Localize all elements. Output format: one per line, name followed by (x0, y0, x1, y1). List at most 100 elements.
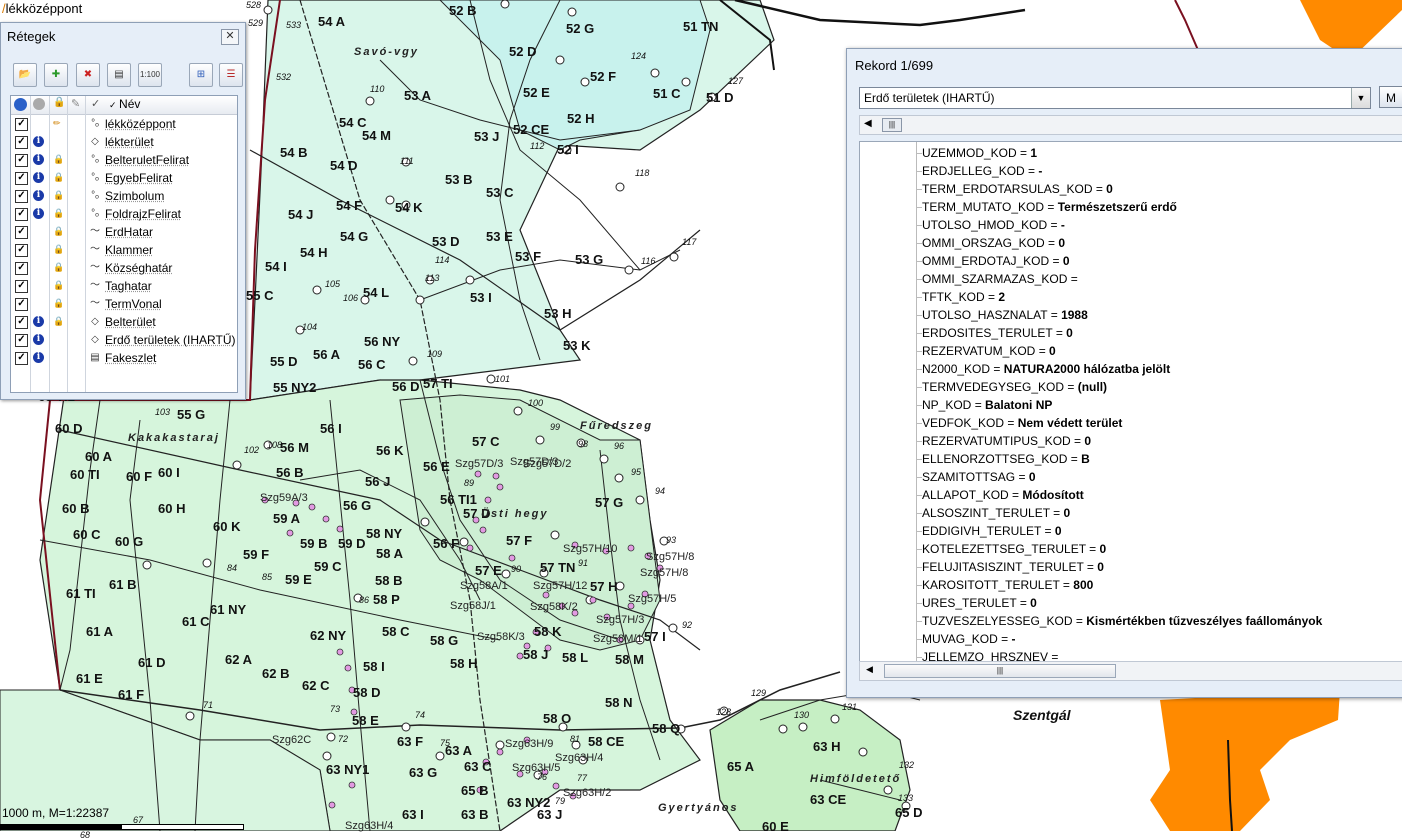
layer-row[interactable]: ✓ 🔒 〜 Klammer (11, 241, 237, 259)
visibility-column-icon[interactable] (14, 98, 27, 111)
lock-icon[interactable]: 🔒 (53, 262, 64, 273)
lock-icon[interactable]: 🔒 (53, 154, 64, 165)
lock-column-icon[interactable]: 🔒 (53, 97, 65, 108)
tree-button[interactable]: ⊞ (189, 63, 213, 87)
chevron-down-icon[interactable]: ▼ (1351, 88, 1370, 108)
node-number: 77 (577, 773, 588, 783)
layer-name[interactable]: lékközéppont (105, 115, 176, 133)
layer-row[interactable]: ✓ i ◇ lékterület (11, 133, 237, 151)
layer-name[interactable]: FoldrajzFelirat (105, 205, 181, 223)
visibility-checkbox[interactable]: ✓ (15, 316, 28, 329)
sort-icon: ✓ (109, 100, 120, 110)
info-icon[interactable]: i (33, 316, 44, 327)
visibility-checkbox[interactable]: ✓ (15, 280, 28, 293)
compartment-label: 63 C (464, 759, 492, 774)
visibility-checkbox[interactable]: ✓ (15, 244, 28, 257)
lock-icon[interactable]: 🔒 (53, 280, 64, 291)
top-scrollbar[interactable]: ◀ ||| (859, 115, 1402, 135)
edit-pencil-icon[interactable]: ✏ (53, 118, 62, 129)
info-icon[interactable]: i (33, 208, 44, 219)
scroll-thumb[interactable]: ||| (884, 664, 1116, 678)
lock-icon[interactable]: 🔒 (53, 208, 64, 219)
edit-column-icon[interactable]: ✎ (71, 97, 80, 110)
layer-row[interactable]: ✓ i ▤ Fakeszlet (11, 349, 237, 367)
name-column-header[interactable]: ✓ Név (109, 97, 140, 111)
lock-icon[interactable]: 🔒 (53, 172, 64, 183)
lock-icon[interactable]: 🔒 (53, 244, 64, 255)
layers-window[interactable]: Rétegek ✕ 📂 ✚ ✖ ▤ 1:100 ⊞ ☰ 🔒 ✎ ✓ ✓ Név … (0, 22, 246, 400)
info-icon[interactable]: i (33, 172, 44, 183)
lock-icon[interactable]: 🔒 (53, 190, 64, 201)
info-column-icon[interactable] (33, 98, 45, 110)
info-icon[interactable]: i (33, 136, 44, 147)
node-number: 98 (578, 439, 589, 449)
visibility-checkbox[interactable]: ✓ (15, 118, 28, 131)
record-fields[interactable]: UZEMMOD_KOD = 1 ERDJELLEG_KOD = - TERM_ERD… (859, 141, 1402, 663)
layer-list[interactable]: 🔒 ✎ ✓ ✓ Név ✓ ✏ °ₒ lékközéppont ✓ i ◇ lékterüle… (10, 95, 238, 393)
visibility-checkbox[interactable]: ✓ (15, 154, 28, 167)
visibility-checkbox[interactable]: ✓ (15, 172, 28, 185)
bottom-scrollbar[interactable]: ◀ ||| (859, 661, 1402, 681)
close-icon[interactable]: ✕ (221, 29, 239, 45)
scroll-left-icon[interactable]: ◀ (864, 118, 872, 129)
visibility-checkbox[interactable]: ✓ (15, 262, 28, 275)
open-layer-button[interactable]: 📂 (13, 63, 37, 87)
m-button[interactable]: M (1379, 86, 1402, 108)
lock-icon[interactable]: 🔒 (53, 316, 64, 327)
layer-name[interactable]: EgyebFelirat (105, 169, 172, 187)
layer-row[interactable]: ✓ 🔒 〜 TermVonal (11, 295, 237, 313)
layer-row[interactable]: ✓ i 🔒 °ₒ Szimbolum (11, 187, 237, 205)
visibility-checkbox[interactable]: ✓ (15, 190, 28, 203)
info-icon[interactable]: i (33, 352, 44, 363)
add-layer-button[interactable]: ✚ (44, 63, 68, 87)
layer-row[interactable]: ✓ i 🔒 °ₒ BelteruletFelirat (11, 151, 237, 169)
layer-row[interactable]: ✓ i 🔒 ◇ Belterület (11, 313, 237, 331)
layer-name[interactable]: Belterület (105, 313, 156, 331)
info-icon[interactable]: i (33, 154, 44, 165)
compartment-label: 65 B (461, 783, 489, 798)
visibility-checkbox[interactable]: ✓ (15, 226, 28, 239)
compartment-label: 60 A (85, 449, 112, 464)
info-icon[interactable]: i (33, 334, 44, 345)
layer-name[interactable]: Szimbolum (105, 187, 164, 205)
layer-name[interactable]: ErdHatar (105, 223, 153, 241)
visibility-checkbox[interactable]: ✓ (15, 208, 28, 221)
layer-row[interactable]: ✓ 🔒 〜 Taghatar (11, 277, 237, 295)
scroll-thumb[interactable]: ||| (882, 118, 902, 132)
layer-name[interactable]: Községhatár (105, 259, 172, 277)
visibility-checkbox[interactable]: ✓ (15, 298, 28, 311)
layer-select[interactable]: Erdő területek (IHARTŰ) ▼ (859, 87, 1371, 109)
layer-row[interactable]: ✓ 🔒 〜 ErdHatar (11, 223, 237, 241)
layer-row[interactable]: ✓ 🔒 〜 Községhatár (11, 259, 237, 277)
properties-button[interactable]: ▤ (107, 63, 131, 87)
layer-row[interactable]: ✓ i 🔒 °ₒ FoldrajzFelirat (11, 205, 237, 223)
layer-name[interactable]: Fakeszlet (105, 349, 156, 367)
visibility-checkbox[interactable]: ✓ (15, 334, 28, 347)
info-icon[interactable]: i (33, 190, 44, 201)
lock-icon[interactable]: 🔒 (53, 226, 64, 237)
legend-button[interactable]: ☰ (219, 63, 243, 87)
node-number: 90 (511, 564, 522, 574)
node-marker (495, 740, 505, 750)
scale-button[interactable]: 1:100 (138, 63, 162, 87)
lock-icon[interactable]: 🔒 (53, 298, 64, 309)
visibility-checkbox[interactable]: ✓ (15, 136, 28, 149)
layer-name[interactable]: BelteruletFelirat (105, 151, 189, 169)
scroll-left-icon[interactable]: ◀ (866, 664, 873, 675)
node-number: 109 (427, 349, 443, 359)
snap-column-icon[interactable]: ✓ (91, 97, 100, 110)
layer-name[interactable]: TermVonal (105, 295, 162, 313)
layer-row[interactable]: ✓ ✏ °ₒ lékközéppont (11, 115, 237, 133)
layer-name[interactable]: Erdő területek (IHARTŰ) (105, 331, 235, 349)
layer-row[interactable]: ✓ i 🔒 °ₒ EgyebFelirat (11, 169, 237, 187)
layer-name[interactable]: lékterület (105, 133, 154, 151)
layer-row[interactable]: ✓ i ◇ Erdő területek (IHARTŰ) (11, 331, 237, 349)
layer-name[interactable]: Taghatar (105, 277, 152, 295)
layer-name[interactable]: Klammer (105, 241, 153, 259)
remove-layer-button[interactable]: ✖ (76, 63, 100, 87)
record-window[interactable]: Rekord 1/699 Erdő területek (IHARTŰ) ▼ M… (846, 48, 1402, 698)
node-marker (624, 265, 634, 275)
compartment-label: 52 F (590, 69, 617, 84)
visibility-checkbox[interactable]: ✓ (15, 352, 28, 365)
field-value: Kismértékben tűzveszélyes faállományok (1086, 614, 1323, 628)
